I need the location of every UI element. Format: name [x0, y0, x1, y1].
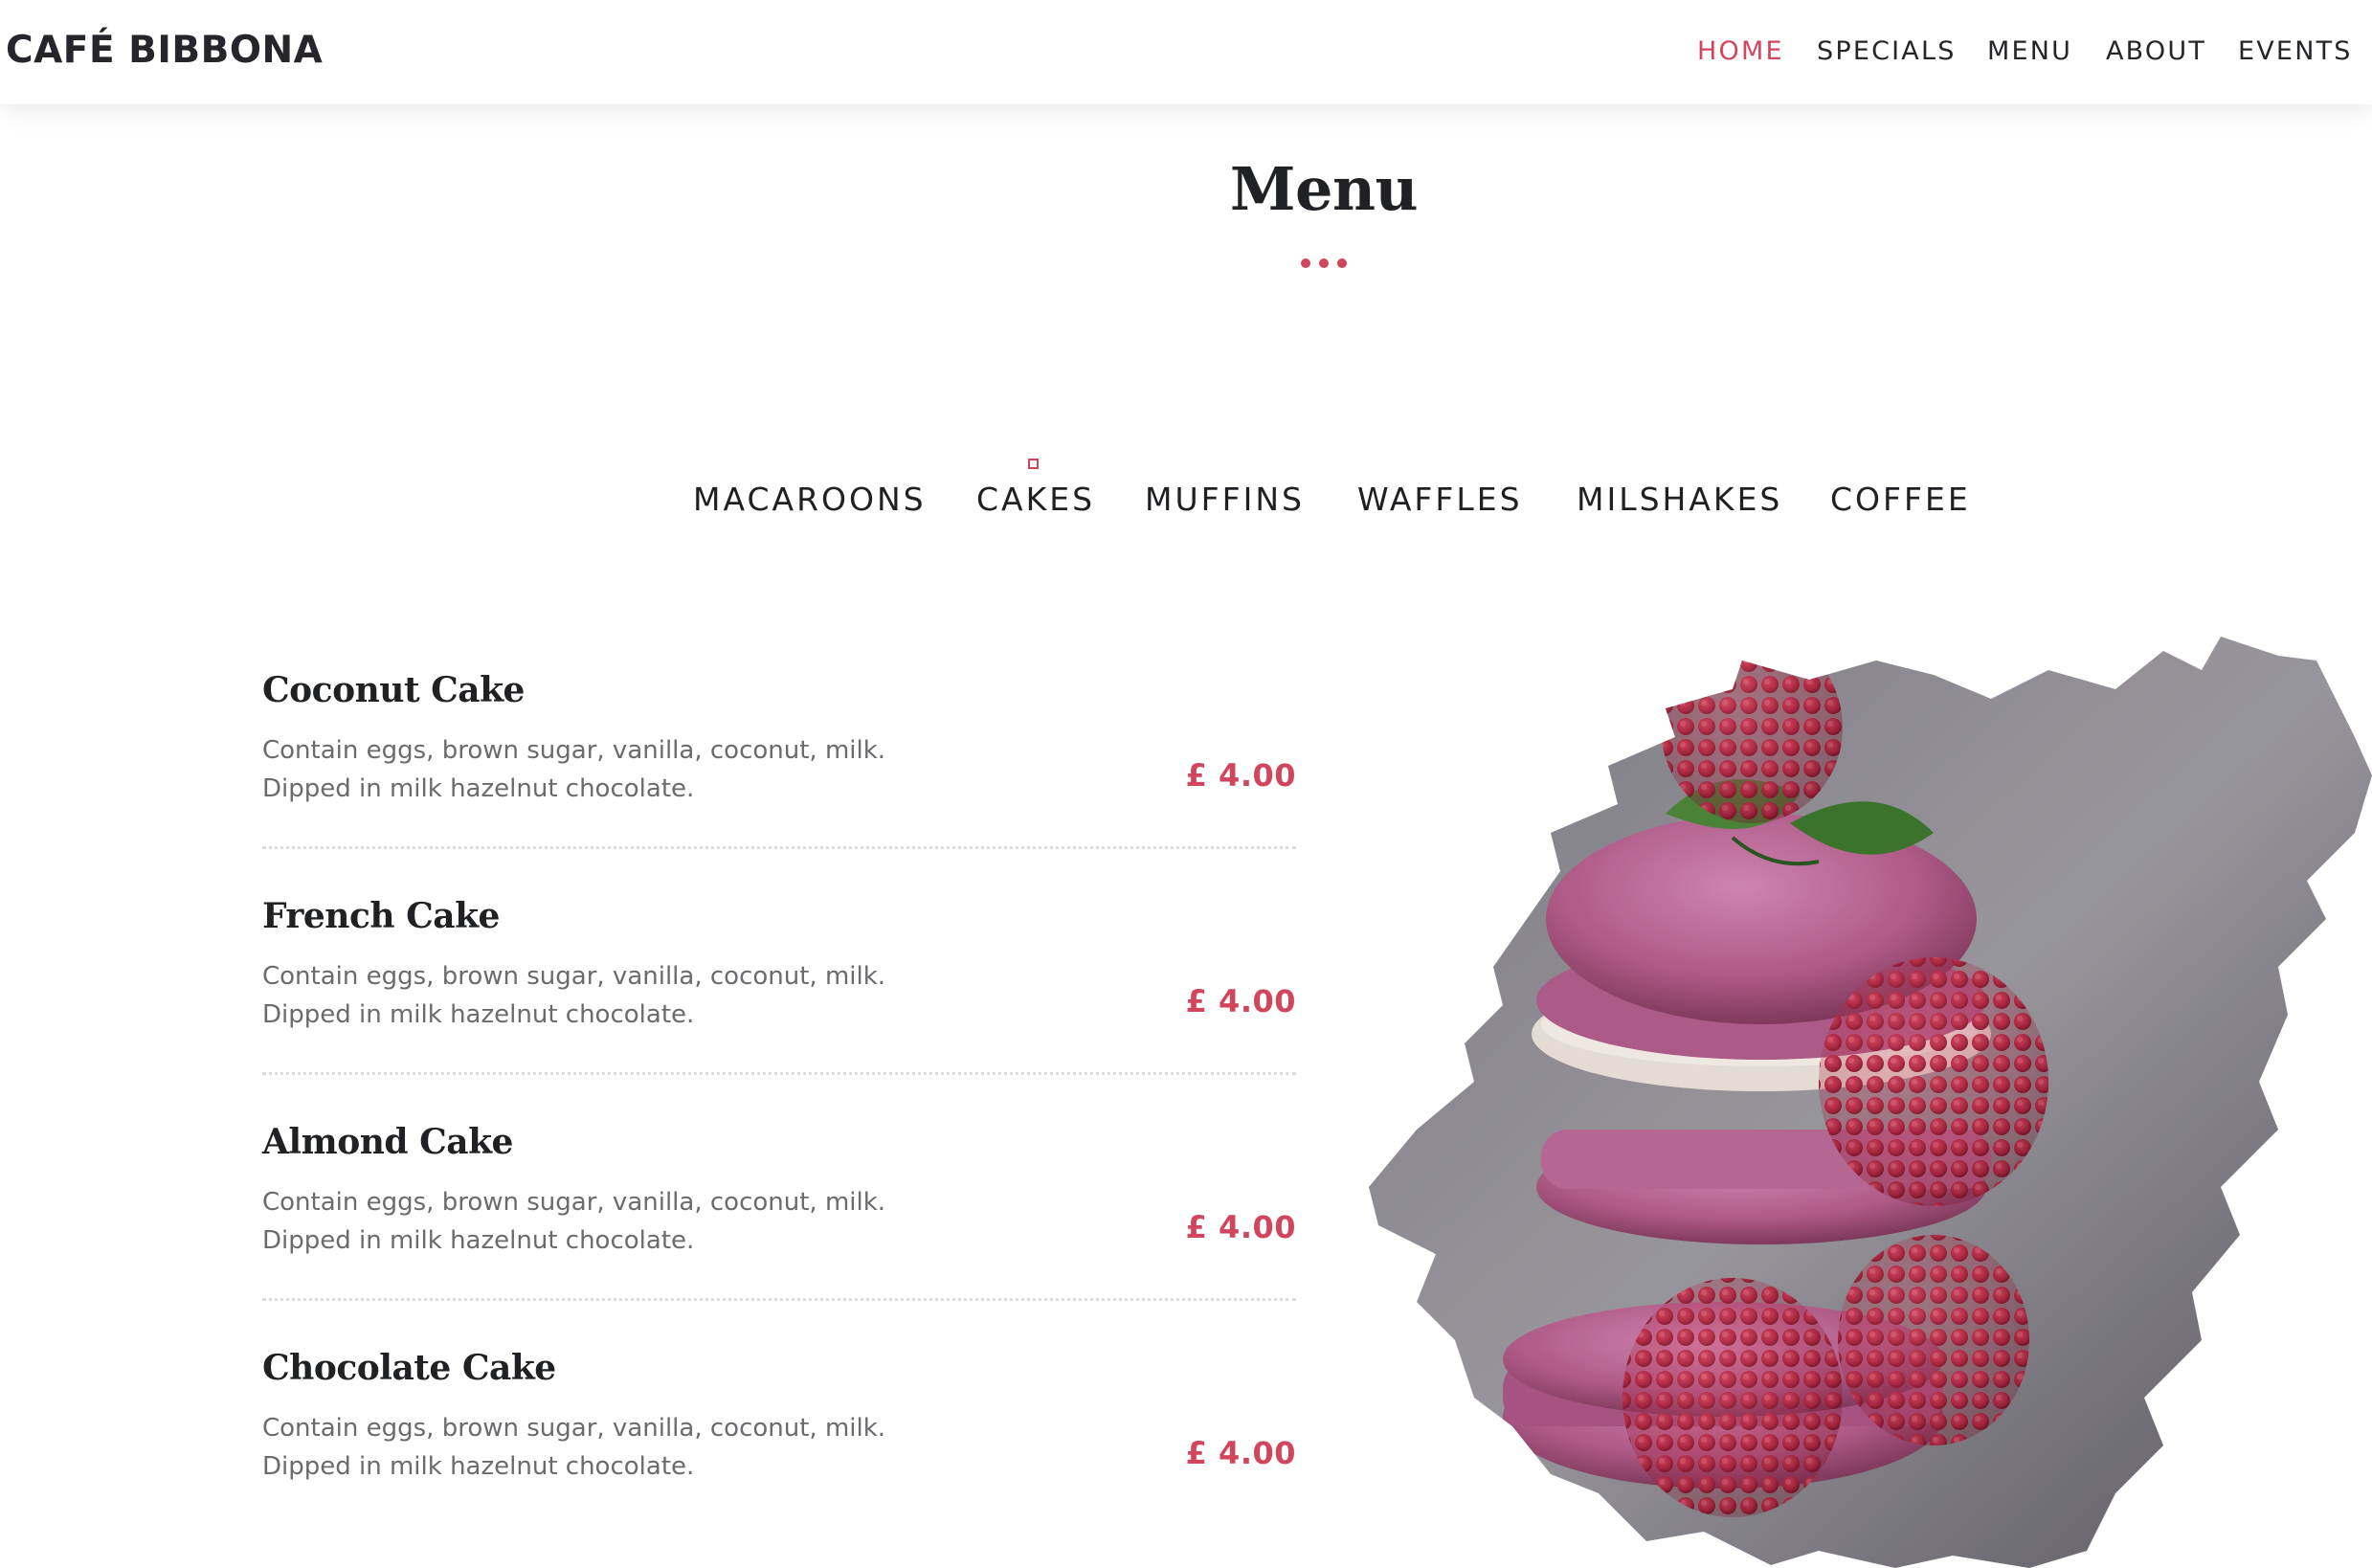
tab-muffins[interactable]: MUFFINS	[1145, 479, 1305, 521]
item-description: Contain eggs, brown sugar, vanilla, coco…	[262, 731, 951, 808]
item-divider	[262, 846, 1296, 849]
divider-dot	[1319, 258, 1329, 268]
item-description-line: Contain eggs, brown sugar, vanilla, coco…	[262, 736, 886, 765]
tab-milshakes[interactable]: MILSHAKES	[1577, 479, 1782, 521]
item-name: Coconut Cake	[262, 670, 525, 710]
item-price: £ 4.00	[1185, 1209, 1296, 1245]
active-tab-marker	[1028, 459, 1039, 469]
title-divider-dots	[1299, 258, 1349, 270]
item-description-line: Contain eggs, brown sugar, vanilla, coco…	[262, 962, 886, 991]
item-name: Almond Cake	[262, 1122, 513, 1162]
macaron-photo	[1359, 632, 2372, 1568]
item-description-line: Dipped in milk hazelnut chocolate.	[262, 1226, 695, 1255]
item-price: £ 4.00	[1185, 757, 1296, 794]
site-header: CAFÉ BIBBONA HOME SPECIALS MENU ABOUT EV…	[0, 0, 2372, 104]
item-description-line: Contain eggs, brown sugar, vanilla, coco…	[262, 1414, 886, 1443]
item-name: French Cake	[262, 896, 500, 936]
nav-events[interactable]: EVENTS	[2238, 34, 2353, 69]
tab-coffee[interactable]: COFFEE	[1830, 479, 1971, 521]
page-title: Menu	[1229, 154, 1419, 224]
item-description-line: Dipped in milk hazelnut chocolate.	[262, 774, 695, 803]
category-tabs: MACAROONS CAKES MUFFINS WAFFLES MILSHAKE…	[0, 479, 2372, 526]
divider-dot	[1301, 258, 1310, 268]
item-divider	[262, 1072, 1296, 1075]
main-nav: HOME SPECIALS MENU ABOUT EVENTS	[0, 34, 2372, 73]
nav-about[interactable]: ABOUT	[2106, 34, 2206, 69]
item-name: Chocolate Cake	[262, 1348, 556, 1388]
tab-macaroons[interactable]: MACAROONS	[693, 479, 927, 521]
item-description-line: Contain eggs, brown sugar, vanilla, coco…	[262, 1188, 886, 1217]
nav-menu[interactable]: MENU	[1987, 34, 2072, 69]
macaron-illustration	[1369, 637, 2372, 1568]
divider-dot	[1337, 258, 1347, 268]
item-price: £ 4.00	[1185, 1435, 1296, 1471]
item-description: Contain eggs, brown sugar, vanilla, coco…	[262, 1409, 951, 1486]
item-price: £ 4.00	[1185, 983, 1296, 1019]
nav-home[interactable]: HOME	[1697, 34, 1784, 69]
item-description: Contain eggs, brown sugar, vanilla, coco…	[262, 1183, 951, 1260]
item-description-line: Dipped in milk hazelnut chocolate.	[262, 1452, 695, 1481]
item-description-line: Dipped in milk hazelnut chocolate.	[262, 1000, 695, 1029]
item-divider	[262, 1298, 1296, 1301]
tab-waffles[interactable]: WAFFLES	[1357, 479, 1523, 521]
nav-specials[interactable]: SPECIALS	[1817, 34, 1957, 69]
item-description: Contain eggs, brown sugar, vanilla, coco…	[262, 957, 951, 1034]
tab-cakes[interactable]: CAKES	[976, 479, 1095, 521]
